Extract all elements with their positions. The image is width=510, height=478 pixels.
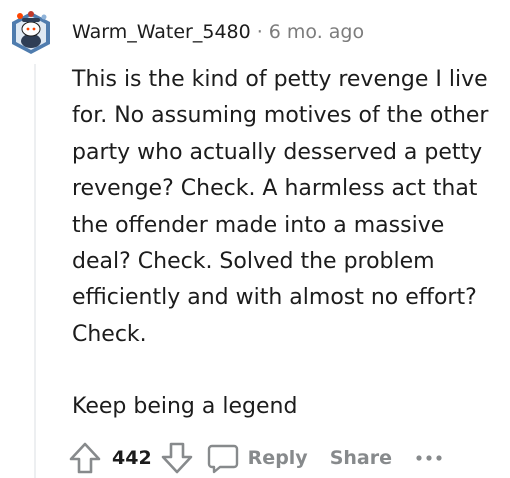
comment-timestamp[interactable]: 6 mo. ago <box>269 21 364 43</box>
upvote-arrow-icon <box>69 442 101 474</box>
more-options-button[interactable] <box>414 446 444 470</box>
share-button[interactable]: Share <box>330 447 392 469</box>
downvote-button[interactable] <box>160 441 194 475</box>
user-avatar[interactable] <box>8 8 54 58</box>
upvote-button[interactable] <box>68 441 102 475</box>
comment-body: This is the kind of petty revenge I live… <box>72 62 502 426</box>
comment-paragraph: Keep being a legend <box>72 394 298 420</box>
reply-label: Reply <box>247 447 308 469</box>
ellipsis-icon <box>416 455 442 461</box>
speech-bubble-icon <box>207 444 238 474</box>
meta-separator: · <box>256 21 263 43</box>
snoo-avatar-icon <box>12 11 50 54</box>
vote-score: 442 <box>112 447 152 469</box>
downvote-arrow-icon <box>161 442 192 474</box>
thread-line[interactable] <box>34 64 36 478</box>
comment-header: Warm_Water_5480 · 6 mo. ago <box>72 19 364 45</box>
comment-action-bar: 442 Reply Share <box>68 438 444 478</box>
reply-button[interactable]: Reply <box>206 441 308 475</box>
author-username[interactable]: Warm_Water_5480 <box>72 21 251 43</box>
comment-paragraph: This is the kind of petty revenge I live… <box>72 67 489 347</box>
